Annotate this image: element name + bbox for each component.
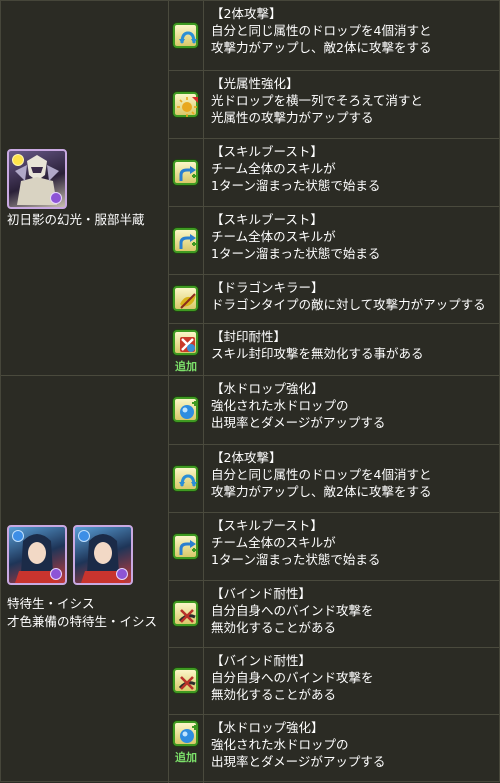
awakening-text: 【2体攻撃】自分と同じ属性のドロップを4個消すと 攻撃力がアップし、敵2体に攻撃を… (211, 449, 495, 500)
light-attribute-icon (12, 154, 24, 166)
awakening-text: 【バインド耐性】自分自身へのバインド攻撃を 無効化することがある (211, 585, 495, 636)
bind-resist-icon[interactable] (173, 601, 198, 626)
awakening-description-line: 1ターン溜まった状態で始まる (211, 552, 381, 567)
awakening-icon-cell (169, 513, 204, 580)
dark-sub-attribute-icon (50, 568, 62, 580)
skill-boost-icon[interactable] (173, 533, 198, 559)
awakening-description-line: チーム全体のスキルが (211, 161, 336, 176)
water-orb-enhance-icon[interactable] (173, 721, 198, 746)
character-section-2: 特待生・イシス 才色兼備の特待生・イシス (1, 375, 169, 783)
added-label: 追加 (175, 751, 197, 764)
awakening-description-line: 光属性の攻撃力がアップする (211, 110, 374, 125)
awakening-description-line: 攻撃力がアップし、敵2体に攻撃をする (211, 40, 432, 55)
awakening-description-line: 強化された水ドロップの (211, 737, 349, 752)
awakening-row: 【光属性強化】光ドロップを横一列でそろえて消すと 光属性の攻撃力がアップする (169, 70, 499, 138)
awakening-title: 【スキルブースト】 (211, 144, 323, 159)
awakening-text: 【光属性強化】光ドロップを横一列でそろえて消すと 光属性の攻撃力がアップする (211, 75, 495, 126)
awakening-icon-cell (169, 207, 204, 274)
awakening-text: 【スキルブースト】 チーム全体のスキルが 1ターン溜まった状態で始まる (211, 143, 495, 194)
character-name-2-evolved: 才色兼備の特待生・イシス (7, 614, 158, 629)
awakening-title: 【バインド耐性】 (211, 653, 312, 668)
skill-bind-resist-icon[interactable] (173, 330, 198, 355)
awakening-row: 追加 【封印耐性】スキル封印攻撃を無効化する事がある (169, 323, 499, 375)
character-name-2: 特待生・イシス (7, 596, 95, 611)
awakening-title: 【2体攻撃】 (211, 6, 282, 21)
character-portrait-hanzo[interactable] (7, 149, 67, 209)
water-orb-enhance-icon[interactable] (173, 397, 198, 422)
awakening-description-line: チーム全体のスキルが (211, 535, 336, 550)
awakening-title: 【スキルブースト】 (211, 518, 323, 533)
awakening-description-line: 1ターン溜まった状態で始まる (211, 246, 381, 261)
awakening-title: 【2体攻撃】 (211, 450, 282, 465)
awakening-description-line: ドラゴンタイプの敵に対して攻撃力がアップする (211, 297, 486, 312)
awakening-text: 【スキルブースト】 チーム全体のスキルが 1ターン溜まった状態で始まる (211, 517, 495, 568)
awakening-description-line: 攻撃力がアップし、敵2体に攻撃をする (211, 484, 432, 499)
awakening-description-line: 1ターン溜まった状態で始まる (211, 178, 381, 193)
awakening-icon-cell (169, 275, 204, 323)
awakening-icon-cell: 追加 (169, 715, 204, 783)
skill-boost-icon[interactable] (173, 227, 198, 253)
awakening-row: 追加 【水ドロップ強化】強化された水ドロップの出現率とダメージがアップする (169, 714, 499, 783)
awakening-title: 【光属性強化】 (211, 76, 299, 91)
dragon-killer-icon[interactable] (173, 286, 198, 311)
awakening-row: 【2体攻撃】自分と同じ属性のドロップを4個消すと 攻撃力がアップし、敵2体に攻撃を… (169, 1, 499, 70)
awakening-description-line: 強化された水ドロップの (211, 398, 349, 413)
character-portrait-isis-evolved[interactable] (73, 525, 133, 585)
awakening-row: 【スキルブースト】 チーム全体のスキルが 1ターン溜まった状態で始まる (169, 512, 499, 580)
awakening-description-line: 出現率とダメージがアップする (211, 754, 386, 769)
awakening-icon-cell (169, 581, 204, 647)
awakening-icon-cell (169, 445, 204, 512)
awakening-text: 【スキルブースト】 チーム全体のスキルが 1ターン溜まった状態で始まる (211, 211, 495, 262)
awakening-description-line: 出現率とダメージがアップする (211, 415, 386, 430)
awakening-text: 【水ドロップ強化】強化された水ドロップの出現率とダメージがアップする (211, 719, 495, 770)
awakening-description-line: 自分と同じ属性のドロップを4個消すと (211, 467, 432, 482)
awakening-row: 【バインド耐性】自分自身へのバインド攻撃を 無効化することがある (169, 647, 499, 714)
awakening-description-line: 自分自身へのバインド攻撃を (211, 603, 374, 618)
character-section-1: 初日影の幻光・服部半蔵 (1, 1, 169, 375)
bind-resist-icon[interactable] (173, 668, 198, 693)
awakening-text: 【バインド耐性】自分自身へのバインド攻撃を 無効化することがある (211, 652, 495, 703)
awakening-row: 【ドラゴンキラー】ドラゴンタイプの敵に対して攻撃力がアップする (169, 274, 499, 323)
awakening-icon-cell (169, 71, 204, 138)
awakening-title: 【水ドロップ強化】 (211, 720, 324, 735)
two-pronged-attack-icon[interactable] (173, 465, 198, 491)
awakening-title: 【封印耐性】 (211, 329, 287, 344)
character-portrait-isis-base[interactable] (7, 525, 67, 585)
awakening-text: 【2体攻撃】自分と同じ属性のドロップを4個消すと 攻撃力がアップし、敵2体に攻撃を… (211, 5, 495, 56)
awakening-description-line: 自分と同じ属性のドロップを4個消すと (211, 23, 432, 38)
awakening-title: 【バインド耐性】 (211, 586, 312, 601)
awakening-description-line: 無効化することがある (211, 620, 337, 635)
dark-sub-attribute-icon (50, 192, 62, 204)
awakening-icon-cell (169, 139, 204, 206)
awakening-icon-cell (169, 648, 204, 714)
awakening-text: 【ドラゴンキラー】ドラゴンタイプの敵に対して攻撃力がアップする (211, 279, 495, 313)
awakening-title: 【スキルブースト】 (211, 212, 323, 227)
awakening-row: 【スキルブースト】 チーム全体のスキルが 1ターン溜まった状態で始まる (169, 206, 499, 274)
skill-boost-icon[interactable] (173, 159, 198, 185)
awakening-text: 【水ドロップ強化】強化された水ドロップの出現率とダメージがアップする (211, 380, 495, 431)
two-pronged-attack-icon[interactable] (173, 22, 198, 48)
awakening-table: 初日影の幻光・服部半蔵 特待生・イシス 才色兼備の特待生・イシス 【2体攻撃】 (0, 0, 500, 783)
water-attribute-icon (78, 530, 90, 542)
awakening-title: 【ドラゴンキラー】 (211, 280, 324, 295)
awakening-description-line: スキル封印攻撃を無効化する事がある (211, 346, 424, 361)
character-name-1: 初日影の幻光・服部半蔵 (7, 212, 145, 227)
awakening-title: 【水ドロップ強化】 (211, 381, 324, 396)
light-orb-enhance-icon[interactable] (173, 91, 198, 117)
awakening-icon-cell (169, 376, 204, 444)
awakening-icon-cell: 追加 (169, 324, 204, 375)
awakening-description-line: 自分自身へのバインド攻撃を (211, 670, 374, 685)
awakening-row: 【バインド耐性】自分自身へのバインド攻撃を 無効化することがある (169, 580, 499, 647)
awakening-description-line: チーム全体のスキルが (211, 229, 336, 244)
awakening-icon-cell (169, 1, 204, 70)
dark-sub-attribute-icon (116, 568, 128, 580)
awakening-row: 【2体攻撃】自分と同じ属性のドロップを4個消すと 攻撃力がアップし、敵2体に攻撃を… (169, 444, 499, 512)
awakening-description-line: 無効化することがある (211, 687, 337, 702)
awakening-description-line: 光ドロップを横一列でそろえて消すと (211, 93, 423, 108)
awakening-row: 【水ドロップ強化】強化された水ドロップの出現率とダメージがアップする (169, 375, 499, 444)
awakening-text: 【封印耐性】スキル封印攻撃を無効化する事がある (211, 328, 495, 362)
water-attribute-icon (12, 530, 24, 542)
added-label: 追加 (175, 360, 197, 373)
awakening-row: 【スキルブースト】 チーム全体のスキルが 1ターン溜まった状態で始まる (169, 138, 499, 206)
